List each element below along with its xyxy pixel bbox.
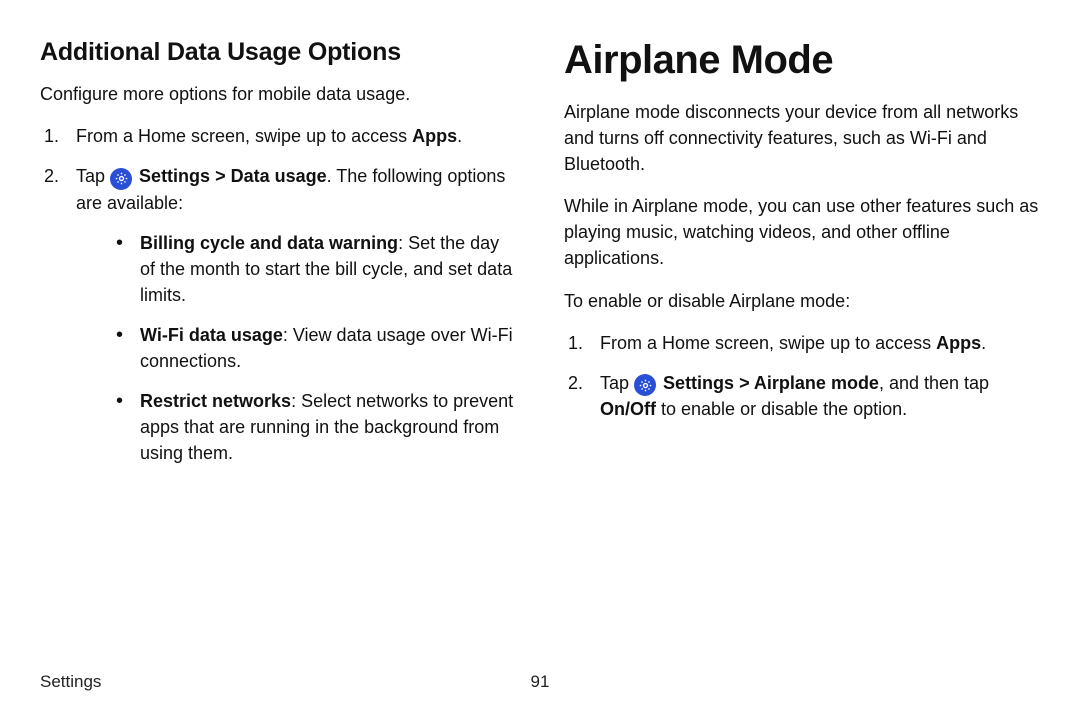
left-heading: Additional Data Usage Options (40, 38, 516, 67)
airplane-mode-label: Airplane mode (754, 373, 879, 393)
apps-label: Apps (412, 126, 457, 146)
right-p3: To enable or disable Airplane mode: (564, 288, 1040, 314)
bullet-title: Billing cycle and data warning (140, 233, 398, 253)
text-run: , and then tap (879, 373, 989, 393)
bullet-item: Billing cycle and data warning: Set the … (112, 230, 516, 308)
text-run: to enable or disable the option. (656, 399, 907, 419)
right-p1: Airplane mode disconnects your device fr… (564, 99, 1040, 177)
bullet-title: Restrict networks (140, 391, 291, 411)
left-bullets: Billing cycle and data warning: Set the … (112, 230, 516, 467)
right-column: Airplane Mode Airplane mode disconnects … (564, 38, 1040, 481)
right-steps: From a Home screen, swipe up to access A… (564, 330, 1040, 423)
on-off-label: On/Off (600, 399, 656, 419)
left-step-1: From a Home screen, swipe up to access A… (40, 123, 516, 149)
left-intro: Configure more options for mobile data u… (40, 81, 516, 107)
text-run: . (981, 333, 986, 353)
settings-gear-icon (110, 168, 132, 190)
page-body: Additional Data Usage Options Configure … (0, 0, 1080, 481)
data-usage-label: Data usage (231, 166, 327, 186)
right-step-1: From a Home screen, swipe up to access A… (564, 330, 1040, 356)
left-step-2: Tap Settings > Data usage. The following… (40, 163, 516, 466)
left-column: Additional Data Usage Options Configure … (40, 38, 516, 481)
text-run: . (457, 126, 462, 146)
footer-page-number: 91 (531, 672, 550, 692)
apps-label: Apps (936, 333, 981, 353)
footer-section: Settings (40, 672, 101, 691)
settings-label: Settings (139, 166, 210, 186)
text-run: From a Home screen, swipe up to access (76, 126, 412, 146)
right-p2: While in Airplane mode, you can use othe… (564, 193, 1040, 271)
breadcrumb-sep: > (734, 373, 754, 393)
bullet-title: Wi-Fi data usage (140, 325, 283, 345)
text-run: Tap (76, 166, 110, 186)
right-step-2: Tap Settings > Airplane mode, and then t… (564, 370, 1040, 423)
breadcrumb-sep: > (210, 166, 231, 186)
bullet-item: Wi-Fi data usage: View data usage over W… (112, 322, 516, 374)
settings-label: Settings (663, 373, 734, 393)
bullet-item: Restrict networks: Select networks to pr… (112, 388, 516, 466)
page-footer: Settings 91 (40, 672, 1040, 692)
text-run: Tap (600, 373, 634, 393)
left-steps: From a Home screen, swipe up to access A… (40, 123, 516, 466)
right-heading: Airplane Mode (564, 38, 1040, 83)
text-run: From a Home screen, swipe up to access (600, 333, 936, 353)
settings-gear-icon (634, 374, 656, 396)
